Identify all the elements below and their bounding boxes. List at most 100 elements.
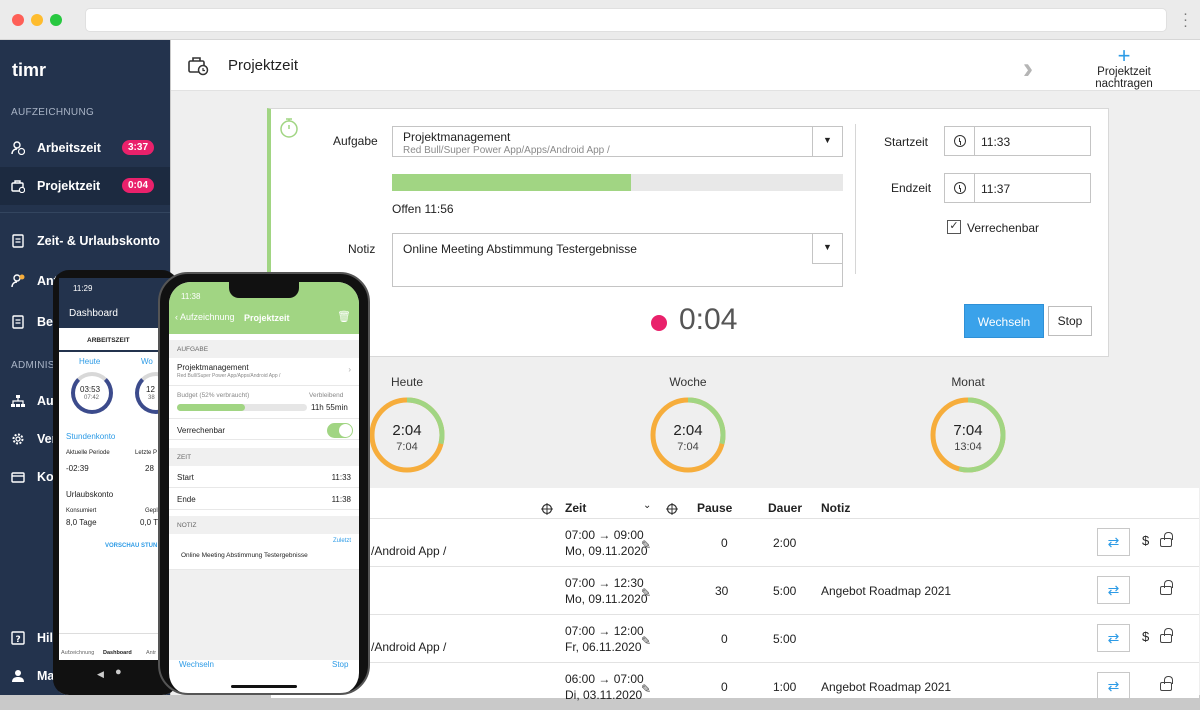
android-vorschau-link[interactable]: VORSCHAU STUN <box>105 543 157 549</box>
dauer-header[interactable]: Dauer <box>768 501 802 515</box>
swap-icon[interactable]: ⇄ <box>1097 528 1130 556</box>
verrechenbar-label: Verrechenbar <box>967 221 1040 235</box>
svg-text:?: ? <box>16 635 21 645</box>
iphone-budget-bar <box>177 404 307 411</box>
swap-icon[interactable]: ⇄ <box>1097 576 1130 604</box>
pencil-icon[interactable]: ✎ <box>641 538 651 552</box>
monat-label: Monat <box>951 375 985 389</box>
android-woche-label: Wo <box>141 357 153 366</box>
iphone-back-button[interactable]: ‹ Aufzeichnung <box>175 312 235 322</box>
row-date: Mo, 09.11.2020 <box>565 544 648 558</box>
home-icon[interactable]: ● <box>115 666 122 678</box>
zeit-header[interactable]: Zeit <box>565 501 586 515</box>
trash-icon[interactable]: 🗑 <box>337 310 351 323</box>
android-letzte-label: Letzte P <box>135 450 158 456</box>
tracking-card: Aufgabe Projektmanagement Red Bull/Super… <box>267 108 1109 357</box>
android-aktuelle-label: Aktuelle Periode <box>66 450 110 456</box>
startzeit-input[interactable]: 11:33 <box>944 126 1091 156</box>
row-range: 07:00 → 09:00 <box>565 528 644 542</box>
heute-target: 7:04 <box>396 441 418 453</box>
pencil-icon[interactable]: ✎ <box>641 586 651 600</box>
maximize-window-button[interactable] <box>50 14 62 26</box>
page-title: Projektzeit <box>228 57 299 74</box>
arbeitszeit-badge: 3:37 <box>121 140 154 155</box>
verrechenbar-toggle[interactable] <box>327 423 353 438</box>
android-ring1-main: 03:53 <box>80 385 101 394</box>
table-row[interactable]: /Android App / 07:00 → 09:00 Mo, 09.11.20… <box>271 518 1199 566</box>
android-nav-divider <box>59 633 172 634</box>
android-nav-aufzeichnung[interactable]: Aufzeichnung <box>61 650 94 656</box>
task-select[interactable]: Projektmanagement Red Bull/Super Power A… <box>392 126 843 157</box>
pause-header[interactable]: Pause <box>697 501 732 515</box>
sidebar-item-zeitkonto[interactable]: Zeit- & Urlaubskonto <box>0 222 170 260</box>
iphone-task-row[interactable]: Projektmanagement Red Bull/Super Power A… <box>169 358 359 386</box>
android-system-nav: ◀ ● <box>59 660 172 695</box>
endzeit-input[interactable]: 11:37 <box>944 173 1091 203</box>
iphone-zuletzt-link[interactable]: Zuletzt <box>333 538 351 544</box>
table-row[interactable]: 07:00 → 12:30 Mo, 09.11.2020 ✎ 30 5:00 An… <box>271 566 1199 614</box>
close-window-button[interactable] <box>12 14 24 26</box>
app-logo[interactable]: timr <box>12 60 46 81</box>
sidebar-item-projektzeit[interactable]: Projektzeit 0:04 <box>0 167 170 205</box>
table-row[interactable]: 06:00 → 07:00 Di, 03.11.2020 ✎ 0 1:00 Ang… <box>271 662 1199 710</box>
row-date: Mo, 09.11.2020 <box>565 592 648 606</box>
iphone-ende-value: 11:38 <box>331 495 351 504</box>
sidebar-divider <box>0 212 170 213</box>
task-path: Red Bull/Super Power App/Apps/Android Ap… <box>403 145 610 156</box>
address-bar[interactable] <box>85 8 1167 32</box>
iphone-empty-area <box>169 570 359 660</box>
iphone-verbleibend-label: Verbleibend <box>309 392 344 399</box>
monat-ring: 7:04 13:04 <box>928 395 1008 475</box>
minimize-window-button[interactable] <box>31 14 43 26</box>
iphone-note-box[interactable]: Zuletzt Online Meeting Abstimmung Tester… <box>169 534 359 570</box>
unlock-icon[interactable] <box>1160 532 1173 547</box>
swap-icon[interactable]: ⇄ <box>1097 672 1130 700</box>
notiz-header[interactable]: Notiz <box>821 501 850 515</box>
iphone-header: 11:38 ‹ Aufzeichnung Projektzeit 🗑 <box>169 282 359 334</box>
running-timer: 0:04 <box>679 303 738 336</box>
android-tab-arbeitszeit[interactable]: ARBEITSZEIT <box>87 337 130 344</box>
android-nav-antraege[interactable]: Antr <box>146 650 156 656</box>
iphone-start-label: Start <box>177 473 194 482</box>
android-title: Dashboard <box>69 308 118 319</box>
document-icon <box>11 234 25 248</box>
iphone-start-row[interactable]: Start 11:33 <box>169 466 359 488</box>
sidebar-item-arbeitszeit[interactable]: Arbeitszeit 3:37 <box>0 129 170 167</box>
verrechenbar-checkbox[interactable]: ✓ <box>947 220 961 234</box>
iphone-stop-button[interactable]: Stop <box>332 660 348 669</box>
unlock-icon[interactable] <box>1160 628 1173 643</box>
unlock-icon[interactable] <box>1160 580 1173 595</box>
table-row[interactable]: /Android App / 07:00 → 12:00 Fr, 06.11.20… <box>271 614 1199 662</box>
unlock-icon[interactable] <box>1160 676 1173 691</box>
pencil-icon[interactable]: ✎ <box>641 682 651 696</box>
wechseln-button[interactable]: Wechseln <box>964 304 1044 338</box>
add-projektzeit-button[interactable]: + Projektzeit nachtragen <box>1067 45 1181 91</box>
android-nav-dashboard[interactable]: Dashboard <box>103 650 132 656</box>
android-ring2-main: 12 <box>146 385 155 394</box>
stop-button[interactable]: Stop <box>1048 306 1092 336</box>
browser-menu-icon[interactable]: · · · <box>1183 6 1188 33</box>
caret-down-icon[interactable]: ▼ <box>812 234 842 264</box>
iphone-verrechenbar-label: Verrechenbar <box>177 426 226 435</box>
row-range: 06:00 → 07:00 <box>565 672 644 686</box>
android-val1: -02:39 <box>66 464 89 473</box>
row-date: Di, 03.11.2020 <box>565 688 643 702</box>
caret-down-icon[interactable]: ▼ <box>812 127 842 156</box>
notiz-field[interactable]: Online Meeting Abstimmung Testergebnisse… <box>392 233 843 287</box>
iphone-wechseln-button[interactable]: Wechseln <box>179 660 214 669</box>
iphone-ende-row[interactable]: Ende 11:38 <box>169 488 359 510</box>
back-icon[interactable]: ◀ <box>97 669 104 680</box>
chevron-down-icon[interactable]: ⌄ <box>643 500 651 511</box>
iphone-start-value: 11:33 <box>331 473 351 482</box>
row-dauer: 1:00 <box>773 680 797 694</box>
heute-value: 2:04 <box>392 422 422 439</box>
user-request-icon <box>11 274 25 288</box>
add-projektzeit-label: Projektzeit nachtragen <box>1095 66 1153 90</box>
swap-icon[interactable]: ⇄ <box>1097 624 1130 652</box>
row-date: Fr, 06.11.2020 <box>565 640 642 654</box>
pencil-icon[interactable]: ✎ <box>641 634 651 648</box>
iphone-time: 11:38 <box>181 292 201 301</box>
woche-label: Woche <box>669 375 707 389</box>
browser-chrome: · · · <box>0 0 1200 40</box>
user-icon <box>11 669 25 683</box>
